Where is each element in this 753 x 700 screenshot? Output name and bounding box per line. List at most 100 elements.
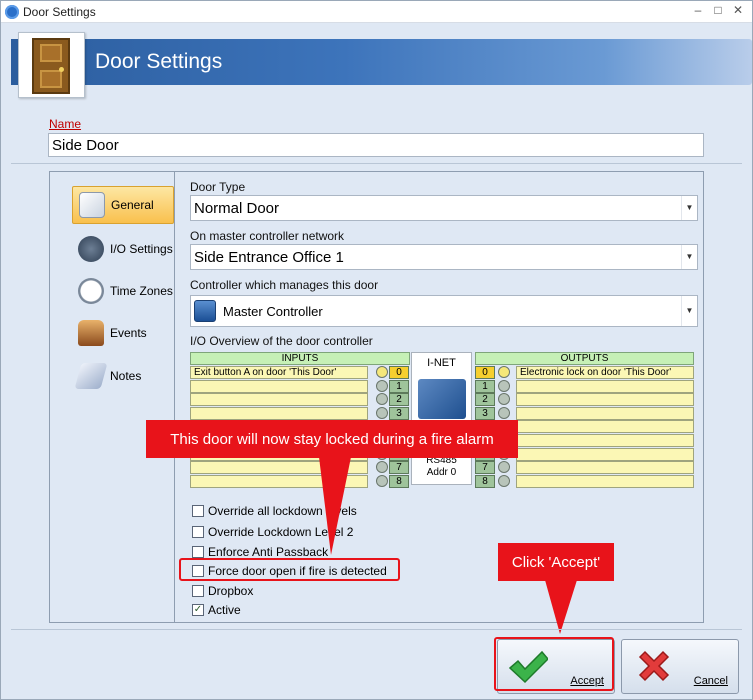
input-row [190, 407, 368, 420]
output-row [516, 420, 694, 433]
chevron-down-icon: ▼ [681, 296, 697, 326]
output-row [516, 448, 694, 461]
output-led-icon [498, 366, 510, 378]
network-value: Side Entrance Office 1 [194, 249, 344, 266]
checkbox-box [192, 585, 204, 597]
window-title: Door Settings [23, 5, 96, 19]
name-input[interactable] [48, 133, 704, 157]
output-row [516, 380, 694, 393]
controller-label: Controller which manages this door [190, 278, 379, 292]
checkbox-box [192, 505, 204, 517]
output-led-icon [498, 461, 510, 473]
dropbox-checkbox[interactable]: Dropbox [192, 584, 253, 598]
app-icon [5, 5, 19, 19]
accept-pointer [545, 580, 577, 634]
output-row [516, 393, 694, 406]
output-number: 3 [475, 407, 495, 420]
output-number: 2 [475, 393, 495, 406]
inet-label: I-NET [427, 357, 456, 369]
input-number: 1 [389, 380, 409, 393]
output-led-icon [498, 475, 510, 487]
nav-item-events[interactable]: Events [72, 314, 174, 352]
fire-alarm-callout: This door will now stay locked during a … [146, 420, 518, 458]
door-type-select[interactable]: Normal Door ▼ [190, 195, 698, 221]
checkbox-box [192, 526, 204, 538]
active-checkbox[interactable]: ✓ Active [192, 603, 241, 617]
close-icon[interactable]: ✕ [729, 3, 747, 17]
input-row [190, 380, 368, 393]
door-settings-window: Door Settings – □ ✕ Door Settings Name G… [0, 0, 753, 700]
checkmark-icon: ✓ [192, 604, 204, 616]
input-led-icon [376, 461, 388, 473]
outputs-header: OUTPUTS [475, 352, 694, 365]
addr-label: Addr 0 [426, 467, 457, 478]
input-number: 7 [389, 461, 409, 474]
cake-icon [78, 320, 104, 346]
controller-board-icon [418, 379, 466, 419]
enforce-anti-passback-checkbox[interactable]: Enforce Anti Passback [192, 545, 328, 559]
nav-label: Events [110, 326, 147, 340]
input-led-icon [376, 366, 388, 378]
nav-item-general[interactable]: General [72, 186, 174, 224]
inet-board: I-NET RS485 Addr 0 [411, 352, 472, 485]
edit-pencil-icon [79, 192, 105, 218]
output-number: 0 [475, 366, 495, 379]
input-led-icon [376, 380, 388, 392]
controller-icon [194, 300, 216, 322]
output-number: 7 [475, 461, 495, 474]
maximize-icon[interactable]: □ [709, 3, 727, 17]
cancel-x-icon [638, 650, 670, 682]
chevron-down-icon: ▼ [681, 245, 697, 269]
nav-label: Notes [110, 369, 142, 383]
banner-title: Door Settings [95, 50, 223, 73]
door-type-label: Door Type [190, 180, 246, 194]
input-led-icon [376, 475, 388, 487]
gear-icon [78, 236, 104, 262]
output-led-icon [498, 380, 510, 392]
input-led-icon [376, 407, 388, 419]
input-row [190, 393, 368, 406]
door-type-value: Normal Door [194, 200, 280, 217]
network-select[interactable]: Side Entrance Office 1 ▼ [190, 244, 698, 270]
left-nav: General I/O Settings Time Zones Events N… [50, 172, 175, 622]
checkbox-label: Dropbox [208, 584, 254, 598]
output-row: Electronic lock on door 'This Door' [516, 366, 694, 379]
cancel-label: Cancel [693, 675, 728, 687]
nav-label: I/O Settings [110, 242, 173, 256]
network-label: On master controller network [190, 229, 345, 243]
input-number: 3 [389, 407, 409, 420]
nav-item-notes[interactable]: Notes [72, 357, 174, 395]
minimize-icon[interactable]: – [689, 3, 707, 17]
divider [11, 163, 742, 164]
force-door-open-highlight [179, 558, 400, 581]
name-label: Name [49, 117, 82, 131]
notepad-icon [74, 363, 108, 389]
accept-highlight [494, 637, 614, 691]
io-overview-label: I/O Overview of the door controller [190, 334, 373, 348]
output-row [516, 461, 694, 474]
input-number: 0 [389, 366, 409, 379]
output-row [516, 407, 694, 420]
clock-icon [78, 278, 104, 304]
callout-pointer [319, 457, 351, 555]
cancel-button[interactable]: Cancel [621, 639, 739, 694]
nav-label: General [111, 198, 154, 212]
input-number: 8 [389, 475, 409, 488]
input-number: 2 [389, 393, 409, 406]
nav-label: Time Zones [110, 284, 173, 298]
title-bar: Door Settings – □ ✕ [1, 1, 752, 23]
controller-value: Master Controller [223, 303, 323, 319]
output-led-icon [498, 393, 510, 405]
nav-item-time-zones[interactable]: Time Zones [72, 272, 174, 310]
output-number: 1 [475, 380, 495, 393]
output-led-icon [498, 407, 510, 419]
input-led-icon [376, 393, 388, 405]
checkbox-box [192, 546, 204, 558]
output-number: 8 [475, 475, 495, 488]
nav-item-io-settings[interactable]: I/O Settings [72, 230, 174, 268]
door-icon [18, 32, 85, 98]
controller-select[interactable]: Master Controller ▼ [190, 295, 698, 327]
chevron-down-icon: ▼ [681, 196, 697, 220]
output-row [516, 434, 694, 447]
input-row: Exit button A on door 'This Door' [190, 366, 368, 379]
